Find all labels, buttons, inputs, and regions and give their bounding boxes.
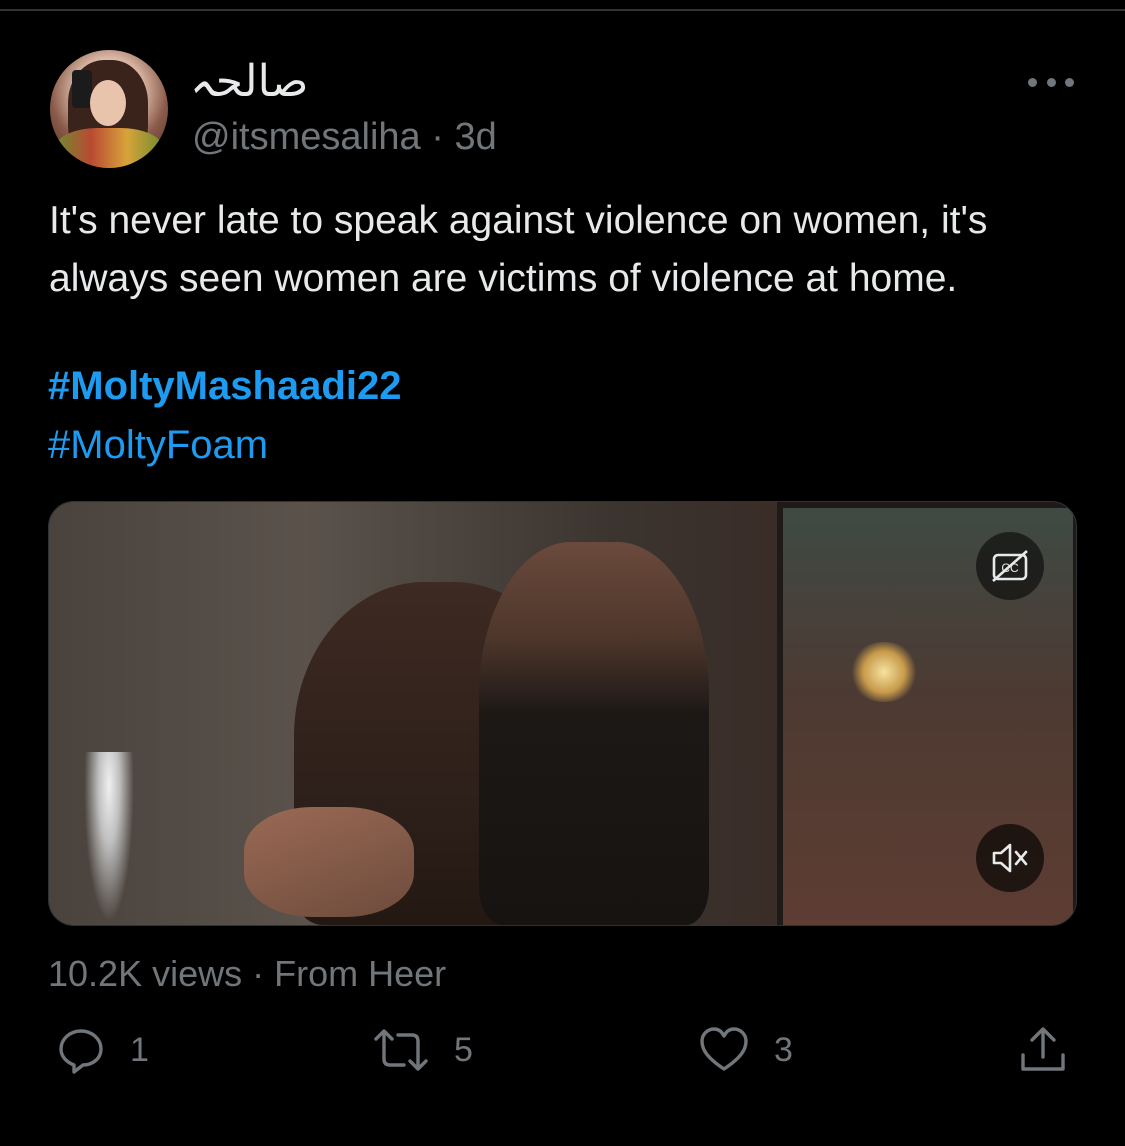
video-lamp bbox=[849, 642, 919, 702]
reply-icon bbox=[59, 1029, 103, 1074]
video-player[interactable]: CC bbox=[48, 501, 1077, 926]
retweet-icon bbox=[374, 1029, 428, 1071]
heart-icon bbox=[700, 1027, 748, 1071]
share-icon bbox=[1021, 1027, 1065, 1071]
tweet-time[interactable]: 3d bbox=[454, 116, 496, 158]
top-divider bbox=[0, 9, 1125, 11]
reply-count: 1 bbox=[130, 1030, 149, 1069]
avatar[interactable] bbox=[50, 50, 168, 168]
volume-muted-icon bbox=[992, 843, 1028, 873]
meta-separator: · bbox=[242, 953, 275, 994]
user-handle[interactable]: @itsmesaliha bbox=[192, 116, 421, 158]
more-dot bbox=[1065, 77, 1074, 87]
video-hand bbox=[244, 807, 414, 917]
avatar-shirt bbox=[55, 128, 163, 168]
hashtag-link[interactable]: #MoltyFoam bbox=[48, 423, 268, 468]
more-options-icon[interactable] bbox=[1028, 70, 1074, 94]
avatar-face bbox=[90, 80, 126, 126]
avatar-phone bbox=[72, 70, 92, 108]
reply-button[interactable]: 1 bbox=[56, 1025, 149, 1075]
hashtag-link[interactable]: #MoltyMashaadi22 bbox=[48, 364, 401, 409]
video-candle bbox=[84, 752, 134, 922]
closed-captions-icon: CC bbox=[992, 550, 1028, 582]
view-count: 10.2K views bbox=[48, 953, 243, 994]
tweet-text: It's never late to speak against violenc… bbox=[49, 199, 988, 300]
more-dot bbox=[1046, 77, 1056, 87]
tweet-meta: 10.2K views · From Heer bbox=[48, 953, 446, 995]
like-button[interactable]: 3 bbox=[698, 1025, 793, 1075]
mute-button[interactable] bbox=[976, 824, 1044, 892]
more-dot bbox=[1028, 77, 1037, 87]
captions-button[interactable]: CC bbox=[976, 532, 1044, 600]
display-name[interactable]: صالحہ bbox=[190, 56, 308, 107]
retweet-button[interactable]: 5 bbox=[372, 1025, 473, 1075]
media-source[interactable]: From Heer bbox=[274, 953, 446, 994]
handle-row: @itsmesaliha · 3d bbox=[192, 116, 497, 159]
like-count: 3 bbox=[774, 1030, 793, 1069]
video-figure-man bbox=[479, 542, 709, 925]
share-button[interactable] bbox=[1018, 1025, 1068, 1075]
retweet-count: 5 bbox=[454, 1030, 473, 1069]
handle-separator: · bbox=[420, 116, 455, 158]
